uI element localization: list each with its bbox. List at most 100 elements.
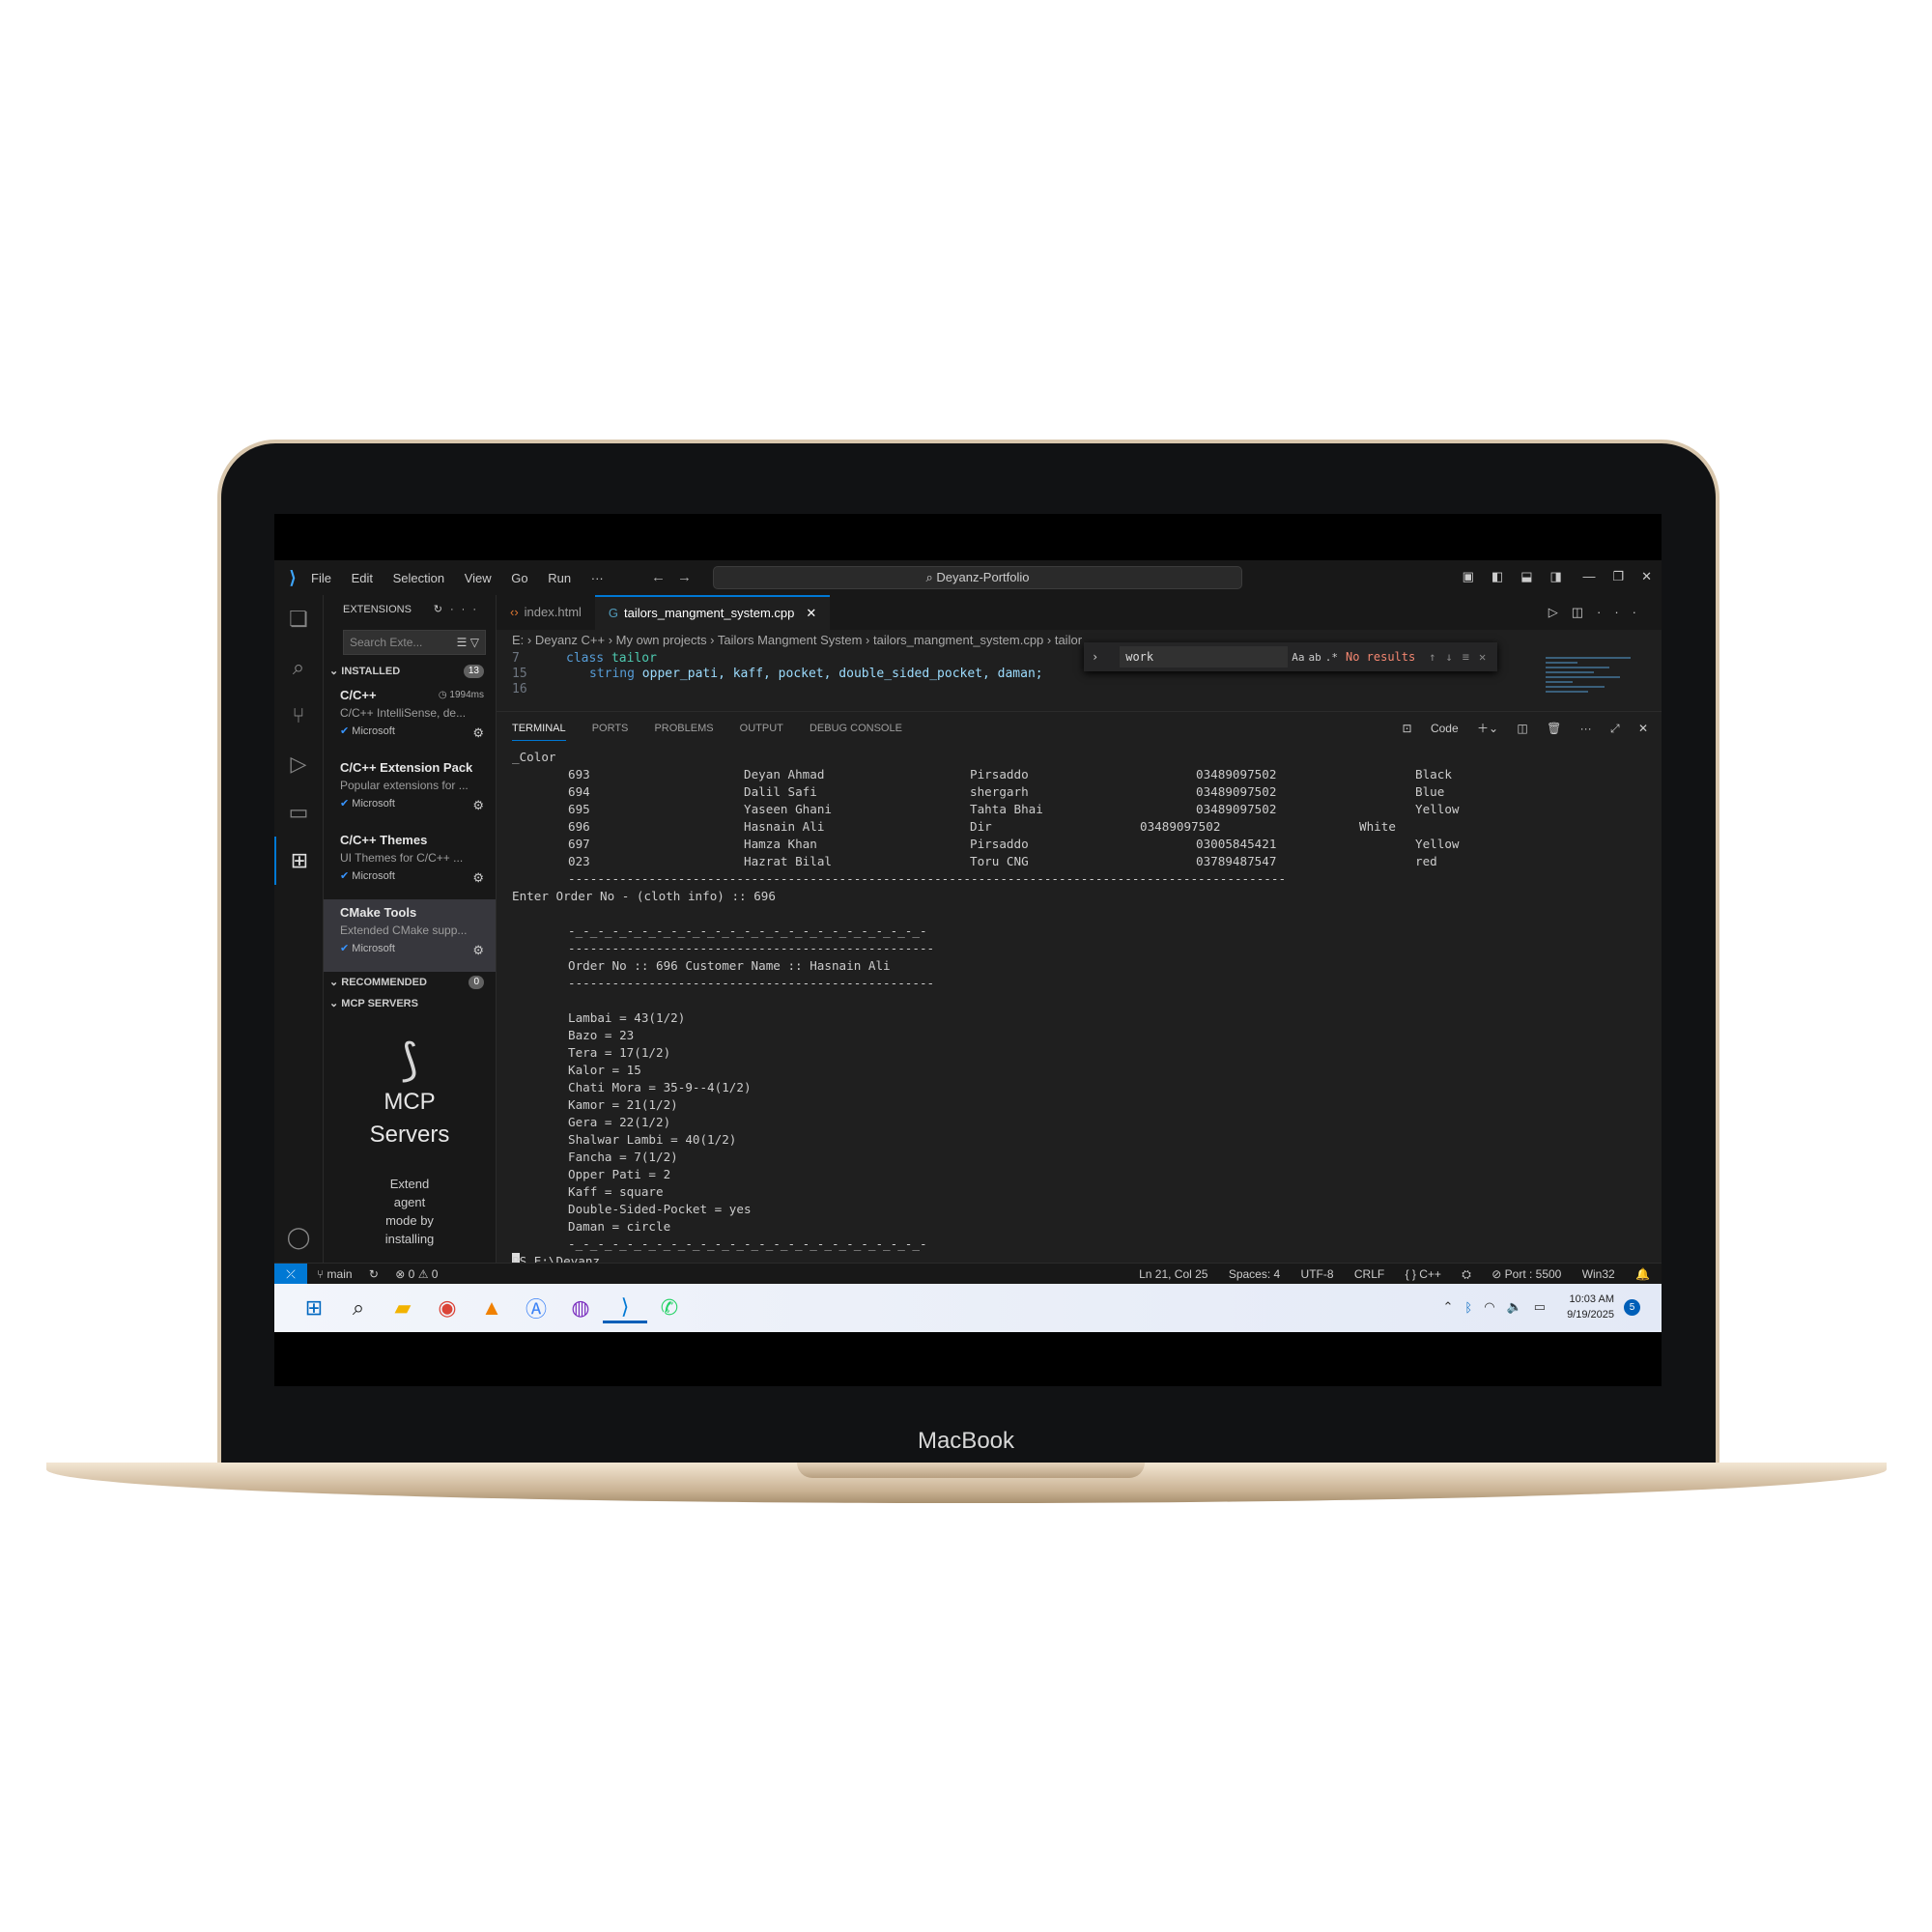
github-desktop-icon[interactable]: ◍ xyxy=(558,1293,603,1323)
line-ending[interactable]: CRLF xyxy=(1354,1267,1384,1281)
find-in-selection-icon[interactable]: ≡ xyxy=(1463,650,1479,664)
run-debug-icon[interactable]: ▷ xyxy=(274,740,323,788)
mcp-servers-section[interactable]: ⌄ MCP SERVERS xyxy=(324,993,496,1014)
tab-output[interactable]: OUTPUT xyxy=(740,723,783,734)
extension-item-selected[interactable]: CMake Tools Extended CMake supp... ✔ Mic… xyxy=(324,899,496,972)
minimize-icon[interactable]: — xyxy=(1582,569,1595,583)
remote-explorer-icon[interactable]: ▭ xyxy=(274,788,323,837)
menu-run[interactable]: Run xyxy=(548,571,571,585)
search-icon[interactable]: ⌕ xyxy=(336,1293,381,1323)
search-icon[interactable]: ⌕ xyxy=(274,643,323,692)
verified-icon: ✔ xyxy=(340,798,350,810)
live-server-port[interactable]: ⊘ Port : 5500 xyxy=(1492,1267,1561,1281)
terminal-shell-label[interactable]: ⊡ Code xyxy=(1403,722,1459,735)
remote-indicator-icon[interactable]: ⤫ xyxy=(274,1264,307,1285)
clock[interactable]: 10:03 AM 9/19/2025 xyxy=(1567,1292,1614,1322)
language-mode[interactable]: { } C++ xyxy=(1406,1267,1441,1281)
find-input[interactable]: work xyxy=(1120,646,1289,668)
source-control-icon[interactable]: ⑂ xyxy=(274,692,323,740)
vscode-taskbar-icon[interactable]: ⟩ xyxy=(603,1293,647,1323)
more-actions-icon[interactable]: ··· xyxy=(450,604,484,615)
manage-gear-icon[interactable]: ⚙ xyxy=(472,798,484,813)
bluetooth-icon[interactable]: ᛒ xyxy=(1464,1300,1472,1315)
code-view[interactable]: 7 class tailor 15 string opper_pati, kaf… xyxy=(497,642,1662,709)
copilot-icon[interactable]: ⛭ xyxy=(1462,1267,1471,1281)
panel-actions: ⊡ Code ＋⌄ ◫ 🗑 ··· ⤢ ✕ xyxy=(1387,712,1648,745)
recommended-section[interactable]: ⌄ RECOMMENDED 0 xyxy=(324,972,496,993)
chrome-icon[interactable]: ◉ xyxy=(425,1293,469,1323)
platform[interactable]: Win32 xyxy=(1582,1267,1615,1281)
app-store-icon[interactable]: Ⓐ xyxy=(514,1293,558,1323)
forward-arrow-icon[interactable]: → xyxy=(677,569,703,585)
filter-icon[interactable]: ☰ ▽ xyxy=(457,631,479,654)
branch-indicator[interactable]: ⑂ main ↻ xyxy=(317,1267,379,1281)
new-terminal-icon[interactable]: ＋⌄ xyxy=(1477,722,1498,735)
menu-view[interactable]: View xyxy=(465,571,492,585)
terminal-output[interactable]: _Color 693 Deyan Ahmad Pirsaddo 03489097502… xyxy=(512,749,1642,1321)
wifi-icon[interactable]: ◠ xyxy=(1484,1299,1494,1315)
layout-icon[interactable]: ▣ xyxy=(1463,569,1474,583)
show-hidden-icons-icon[interactable]: ⌃ xyxy=(1443,1299,1454,1315)
toggle-panel-icon[interactable]: ⬓ xyxy=(1520,569,1532,583)
kill-terminal-icon[interactable]: 🗑 xyxy=(1547,722,1561,735)
toggle-replace-icon[interactable]: › xyxy=(1092,650,1098,664)
cursor-position[interactable]: Ln 21, Col 25 xyxy=(1139,1267,1208,1281)
whatsapp-icon[interactable]: ✆ xyxy=(647,1293,692,1323)
tab-tailors-cpp[interactable]: Gtailors_mangment_system.cpp ✕ xyxy=(594,595,831,630)
tab-index-html[interactable]: ‹› index.html xyxy=(497,595,595,630)
extension-item[interactable]: C/C++ ◷ 1994ms C/C++ IntelliSense, de...… xyxy=(324,682,496,754)
command-center[interactable]: ⌕ Deyanz-Portfolio xyxy=(713,566,1242,589)
measurement-line: Shalwar Lambi = 40(1/2) xyxy=(568,1132,737,1147)
tab-ports[interactable]: PORTS xyxy=(592,723,629,734)
menu-more[interactable]: ··· xyxy=(591,571,604,585)
close-tab-icon[interactable]: ✕ xyxy=(806,606,816,620)
vlc-icon[interactable]: ▲ xyxy=(469,1293,514,1323)
toggle-sidebar-icon[interactable]: ◧ xyxy=(1492,569,1503,583)
menu-go[interactable]: Go xyxy=(511,571,527,585)
notification-badge[interactable]: 5 xyxy=(1624,1298,1640,1316)
menu-selection[interactable]: Selection xyxy=(393,571,444,585)
refresh-icon[interactable]: ↻ xyxy=(434,604,450,615)
menu-file[interactable]: File xyxy=(311,571,331,585)
more-editor-actions-icon[interactable]: ··· xyxy=(1597,605,1650,619)
tab-terminal[interactable]: TERMINAL xyxy=(512,723,566,741)
restore-icon[interactable]: ❐ xyxy=(1612,569,1624,583)
problems-indicator[interactable]: ⊗ 0 ⚠ 0 xyxy=(395,1267,438,1281)
extension-search-input[interactable]: Search Exte... ☰ ▽ xyxy=(343,630,486,655)
prev-match-icon[interactable]: ↑ xyxy=(1429,650,1445,664)
split-terminal-icon[interactable]: ◫ xyxy=(1517,722,1527,735)
close-find-icon[interactable]: ✕ xyxy=(1479,650,1495,664)
menu-edit[interactable]: Edit xyxy=(352,571,373,585)
volume-icon[interactable]: 🔈 xyxy=(1507,1299,1522,1315)
indentation[interactable]: Spaces: 4 xyxy=(1229,1267,1280,1281)
extension-item[interactable]: C/C++ Themes UI Themes for C/C++ ... ✔ M… xyxy=(324,827,496,899)
notifications-bell-icon[interactable]: 🔔 xyxy=(1635,1267,1650,1281)
explorer-icon[interactable]: ❏ xyxy=(274,595,323,643)
file-explorer-icon[interactable]: ▰ xyxy=(381,1293,425,1323)
tab-debug-console[interactable]: DEBUG CONSOLE xyxy=(810,723,902,734)
encoding[interactable]: UTF-8 xyxy=(1301,1267,1334,1281)
toggle-secondary-icon[interactable]: ◨ xyxy=(1550,569,1562,583)
installed-section[interactable]: ⌄ INSTALLED 13 xyxy=(324,661,496,682)
run-code-icon[interactable]: ▷ xyxy=(1548,605,1572,619)
battery-icon[interactable]: ▭ xyxy=(1534,1299,1546,1315)
back-arrow-icon[interactable]: ← xyxy=(651,569,677,585)
tab-problems[interactable]: PROBLEMS xyxy=(654,723,713,734)
windows-start-icon[interactable]: ⊞ xyxy=(292,1293,336,1323)
close-panel-icon[interactable]: ✕ xyxy=(1638,722,1648,735)
manage-gear-icon[interactable]: ⚙ xyxy=(472,943,484,958)
split-editor-icon[interactable]: ◫ xyxy=(1572,605,1597,619)
regex-icon[interactable]: .* xyxy=(1325,651,1338,664)
next-match-icon[interactable]: ↓ xyxy=(1445,650,1462,664)
account-icon[interactable]: ◯ xyxy=(274,1213,323,1262)
minimap[interactable] xyxy=(1546,657,1652,707)
whole-word-icon[interactable]: ab xyxy=(1308,651,1321,664)
maximize-panel-icon[interactable]: ⤢ xyxy=(1610,722,1620,735)
extensions-icon[interactable]: ⊞ xyxy=(274,837,323,885)
close-window-icon[interactable]: ✕ xyxy=(1641,569,1652,583)
extension-item[interactable]: C/C++ Extension Pack Popular extensions … xyxy=(324,754,496,827)
match-case-icon[interactable]: Aa xyxy=(1292,651,1304,664)
manage-gear-icon[interactable]: ⚙ xyxy=(472,725,484,741)
more-panel-actions-icon[interactable]: ··· xyxy=(1580,722,1592,735)
manage-gear-icon[interactable]: ⚙ xyxy=(472,870,484,886)
